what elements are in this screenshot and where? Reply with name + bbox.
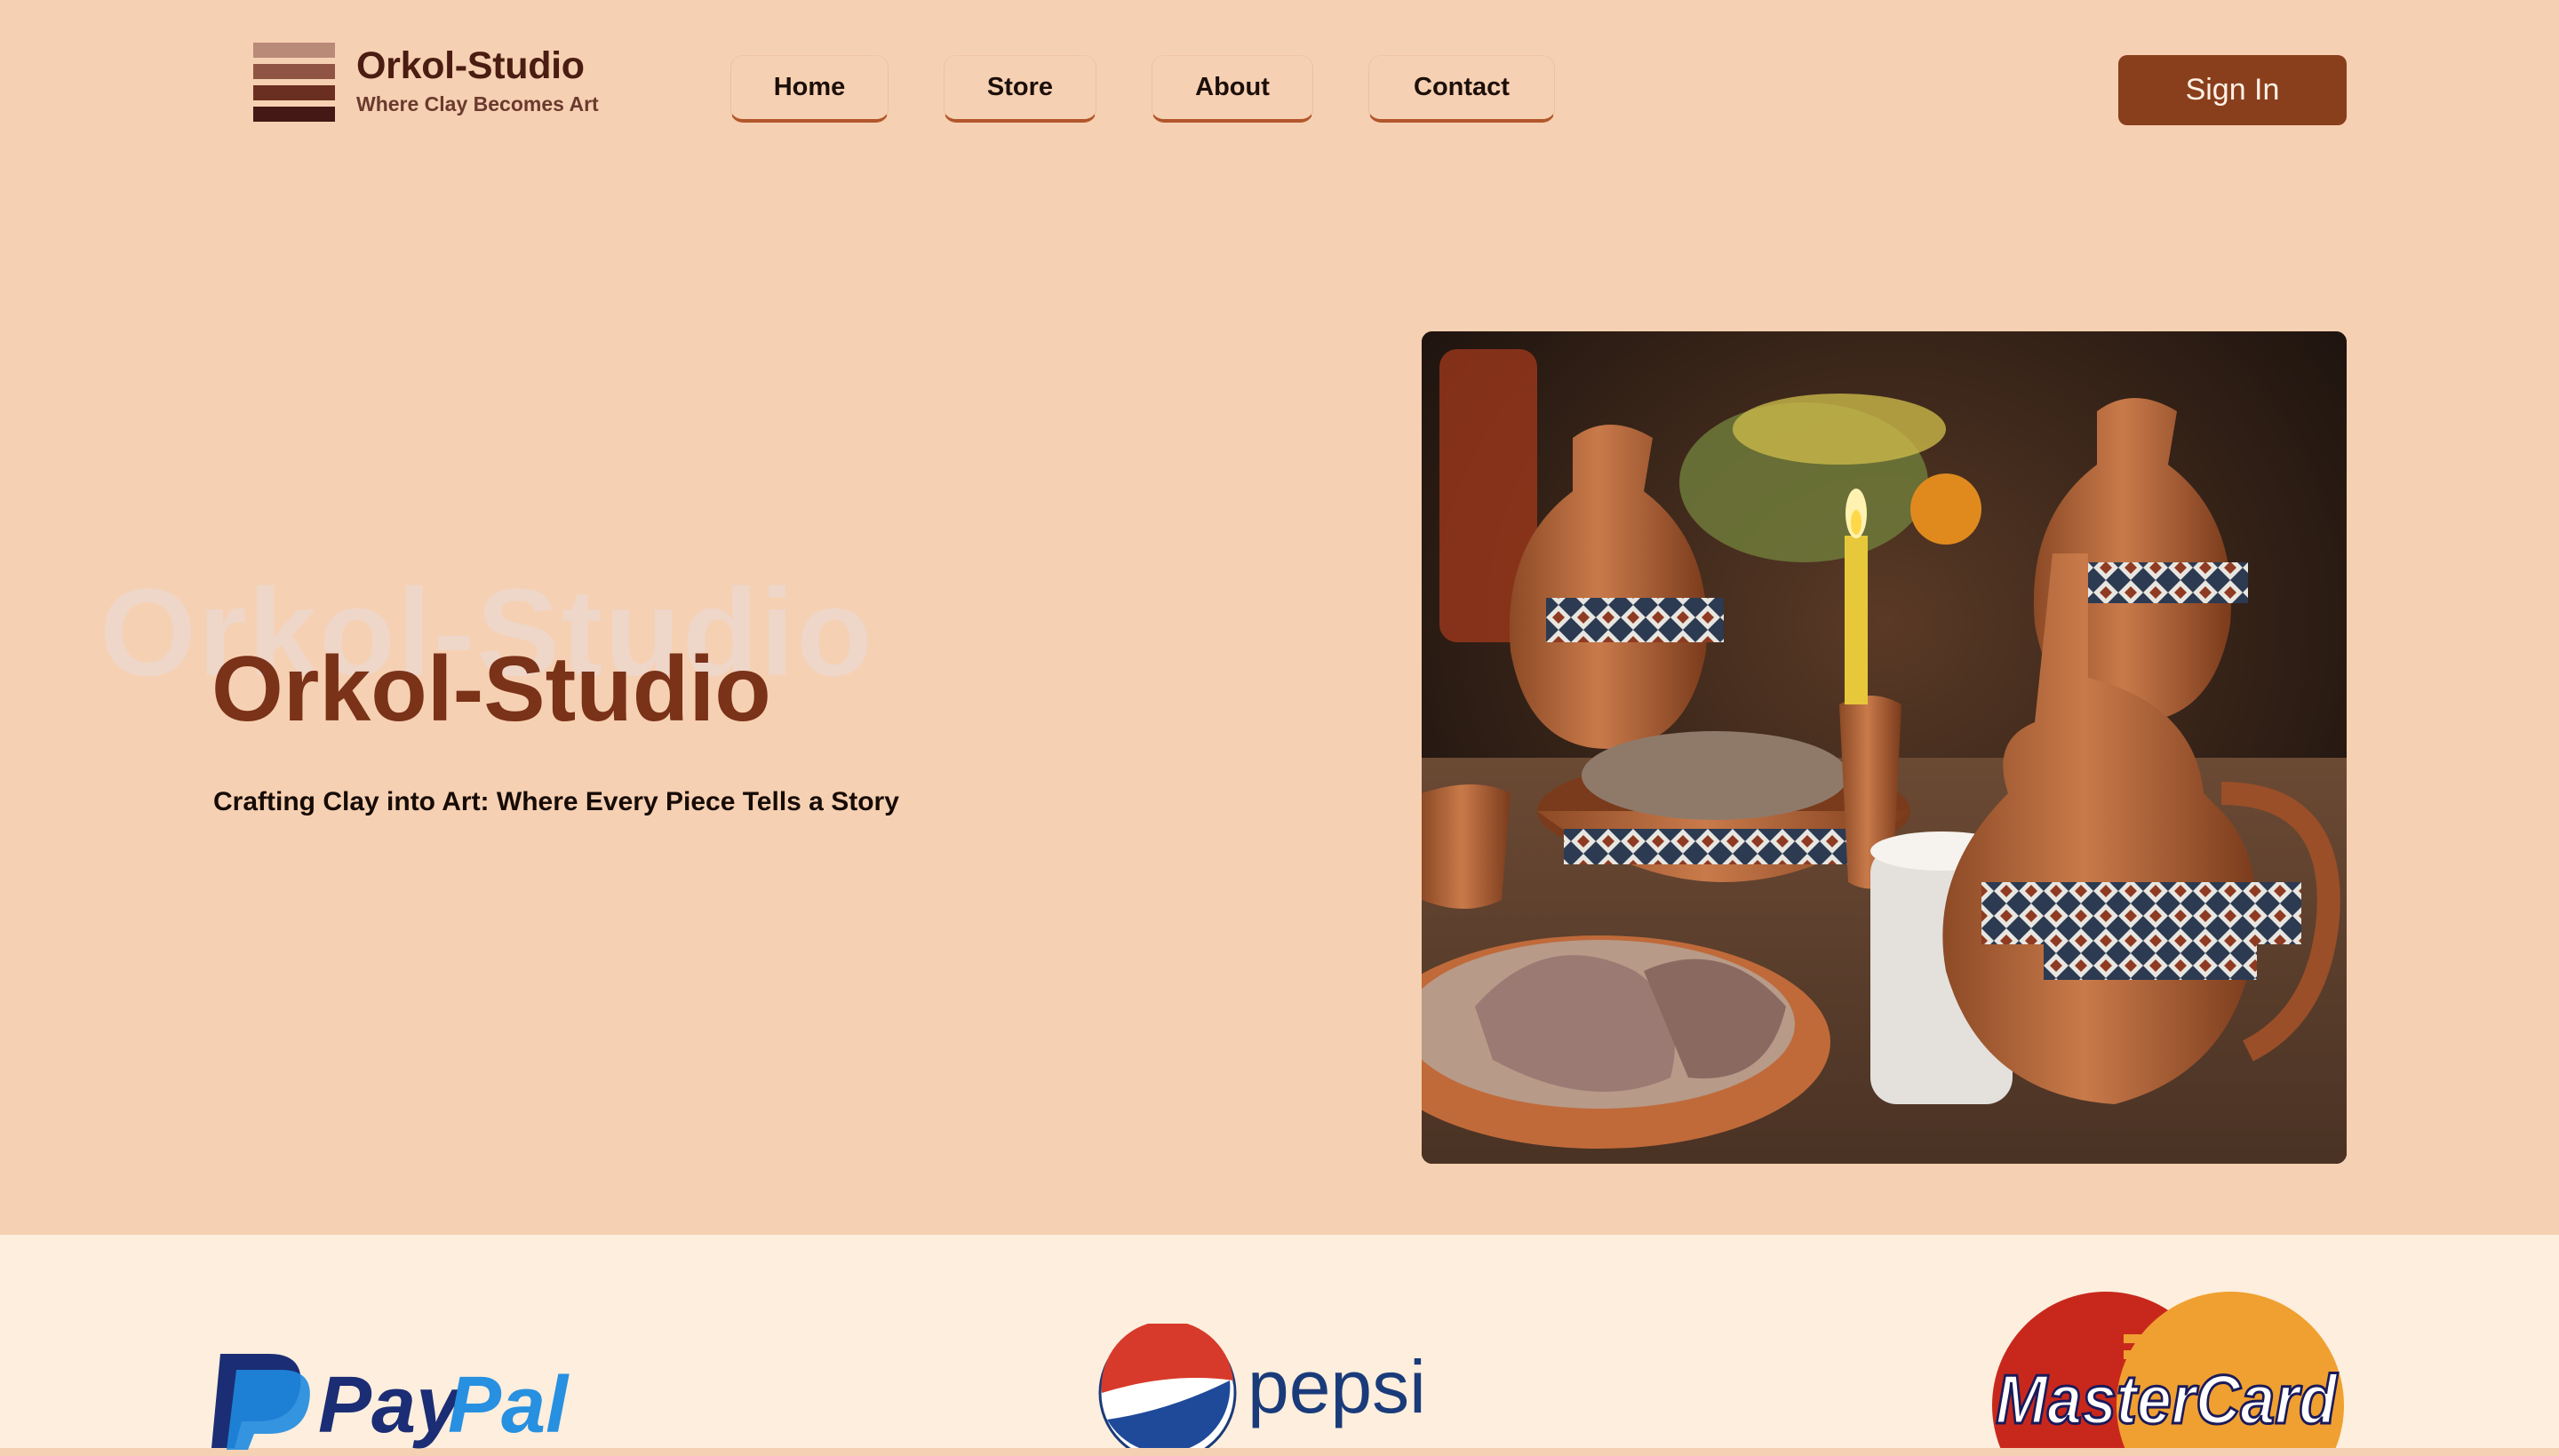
hero-pottery-image — [1422, 331, 2347, 1164]
logo-stripes-icon — [253, 43, 335, 123]
paypal-logo[interactable]: Pay Pal — [211, 1345, 585, 1456]
nav-contact[interactable]: Contact — [1368, 55, 1555, 123]
paypal-word-pal: Pal — [448, 1361, 570, 1450]
sign-in-button[interactable]: Sign In — [2118, 55, 2347, 125]
brand-title: Orkol-Studio — [356, 44, 585, 87]
pepsi-wordmark: pepsi — [1248, 1345, 1426, 1428]
brand-subtitle: Where Clay Becomes Art — [356, 92, 599, 115]
nav-home[interactable]: Home — [730, 55, 889, 123]
paypal-word-pay: Pay — [318, 1361, 464, 1450]
mastercard-wordmark: MasterCard — [1996, 1360, 2338, 1438]
partners-section: Pay Pal pepsi MasterCard — [0, 1235, 2559, 1456]
mastercard-logo[interactable]: MasterCard — [1990, 1290, 2346, 1456]
pepsi-logo[interactable]: pepsi — [1098, 1320, 1471, 1456]
hero-tagline: Crafting Clay into Art: Where Every Piec… — [213, 787, 899, 816]
nav-about[interactable]: About — [1152, 55, 1313, 123]
hero-title: Orkol-Studio — [211, 638, 771, 741]
brand-logo[interactable]: Orkol-Studio Where Clay Becomes Art — [253, 43, 599, 123]
nav-store[interactable]: Store — [944, 55, 1096, 123]
